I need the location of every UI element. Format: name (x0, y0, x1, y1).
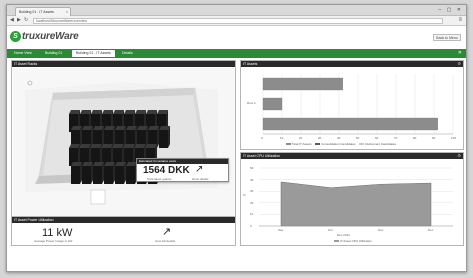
trend-arrow-icon[interactable]: ↗ (162, 225, 171, 238)
cost-value: 1564 DKK (143, 165, 190, 176)
server-rack (93, 166, 102, 184)
x-tick-label: 30 (318, 136, 322, 140)
nav-item-details[interactable]: Details (118, 50, 137, 57)
server-rack (126, 166, 135, 184)
x-tick-label: 70 (394, 136, 398, 140)
it-assets-bar-chart (262, 74, 454, 135)
bar (262, 117, 438, 131)
bar (262, 97, 283, 111)
cost-details-link[interactable]: show details (192, 177, 209, 181)
logo-icon: S (10, 31, 21, 42)
menu-icon[interactable]: ≡ (458, 17, 462, 23)
power-subtitle: Average Power Usage in kW (34, 239, 73, 243)
browser-tab[interactable]: Building 01 - IT Assets × (15, 7, 71, 16)
nav-item-home-view[interactable]: Home View (10, 50, 36, 57)
legend-label: Total IT Assets (292, 142, 312, 146)
forward-icon[interactable]: ▶ (17, 17, 21, 23)
room-3d-view[interactable] (13, 68, 235, 216)
nav-item-building-01[interactable]: Building 01 (41, 50, 66, 57)
x-tick-label: 0 (261, 136, 263, 140)
y-category-label: Row 4 (247, 101, 256, 105)
cost-popup: Estimated Cumulative costs 1564 DKK Tota… (136, 158, 229, 182)
browser-tab-title: Building 01 - IT Assets (19, 10, 54, 14)
browser-window: Building 01 - IT Assets × – ▢ ✕ ◀ ▶ ↻ lo… (6, 4, 467, 272)
cpu-panel-title: IT Asset CPU Utilization (241, 153, 463, 159)
server-rack (71, 166, 80, 184)
x-tick-label: 80 (413, 136, 417, 140)
x-tick-label: 90 (432, 136, 436, 140)
room-panel-title: IT Asset Racks (12, 61, 235, 67)
legend-label: Retirement Candidates (365, 142, 397, 146)
door-icon (27, 80, 33, 86)
area-series (280, 181, 432, 227)
y-axis-label: % (243, 193, 246, 197)
it-assets-panel-title: IT Assets (241, 61, 463, 67)
back-to-menu-button[interactable]: Back to Menu (433, 34, 461, 41)
x-tick-label: Sep (278, 228, 284, 232)
y-tick-label: 20 (250, 200, 254, 205)
x-tick-label: 100 (451, 136, 457, 140)
bar (262, 77, 343, 91)
room-3d-illustration (25, 80, 218, 205)
y-tick-label: 10 (250, 212, 254, 217)
reload-icon[interactable]: ↻ (24, 17, 28, 23)
y-tick-label: 40 (250, 177, 254, 182)
address-bar: ◀ ▶ ↻ localhost/StruxureWare/overview ≡ (7, 16, 466, 26)
close-icon[interactable]: × (66, 8, 68, 16)
power-value: 11 kW (42, 227, 73, 239)
server-rack (104, 166, 113, 184)
back-icon[interactable]: ◀ (10, 17, 14, 23)
x-tick-label: Dec (428, 228, 434, 232)
server-rack (115, 166, 124, 184)
x-tick-label: 60 (375, 136, 379, 140)
app-header: S truxureWare Back to Menu (7, 26, 466, 49)
close-icon[interactable]: ✕ (458, 50, 462, 56)
x-tick-label: Nov (378, 228, 384, 232)
legend-swatch (286, 143, 291, 146)
power-details-link[interactable]: view full details (155, 239, 175, 243)
x-tick-label: Oct (328, 228, 333, 232)
room-panel: IT Asset Racks Estimated Cumulative cost… (11, 60, 236, 217)
power-panel-title: IT Asset Power Utilization (12, 217, 235, 223)
legend-label: IT Asset CPU Utilization (340, 239, 372, 243)
trend-arrow-icon[interactable]: ↗ (195, 164, 203, 175)
x-tick-label: 40 (337, 136, 341, 140)
x-tick-label: 20 (299, 136, 303, 140)
server-rack (159, 130, 168, 148)
cpu-legend: IT Asset CPU Utilization (331, 239, 372, 243)
server-rack (82, 166, 91, 184)
cost-subtitle: Total latest quarter (147, 177, 172, 181)
power-panel: IT Asset Power Utilization 11 kW Average… (11, 216, 236, 246)
cpu-area-chart (259, 167, 453, 227)
x-axis-label: Dec 2014 (337, 233, 350, 237)
y-tick-label: 0 (250, 224, 252, 228)
x-tick-label: 10 (280, 136, 284, 140)
it-assets-panel: IT Assets ⚙ 0 10 20 30 40 50 60 70 80 90 100 Row 4 … (240, 60, 464, 150)
app-logo-text: truxureWare (22, 31, 79, 42)
y-tick-label: 30 (250, 189, 254, 194)
nav-item-building-01-it-assets[interactable]: Building 01 - IT Assets (72, 50, 115, 57)
legend-swatch (334, 240, 339, 243)
it-assets-legend: Total IT Assets Consolidation Candidates… (283, 142, 396, 146)
app-nav: Home View Building 01 Building 01 - IT A… (7, 49, 466, 58)
window-controls[interactable]: – ▢ ✕ (439, 7, 463, 13)
cost-popup-title: Estimated Cumulative costs (137, 159, 228, 164)
gear-icon[interactable]: ⚙ (457, 153, 461, 158)
gear-icon[interactable]: ⚙ (457, 61, 461, 66)
x-tick-label: 50 (356, 136, 360, 140)
cpu-panel: IT Asset CPU Utilization ⚙ Sep Oct Nov Dec 0… (240, 152, 464, 246)
legend-swatch (315, 143, 321, 146)
browser-tabstrip: Building 01 - IT Assets × – ▢ ✕ (7, 5, 466, 16)
legend-label: Consolidation Candidates (321, 142, 356, 146)
legend-swatch (359, 143, 365, 146)
y-tick-label: 50 (250, 166, 254, 170)
url-input[interactable]: localhost/StruxureWare/overview (33, 18, 443, 24)
